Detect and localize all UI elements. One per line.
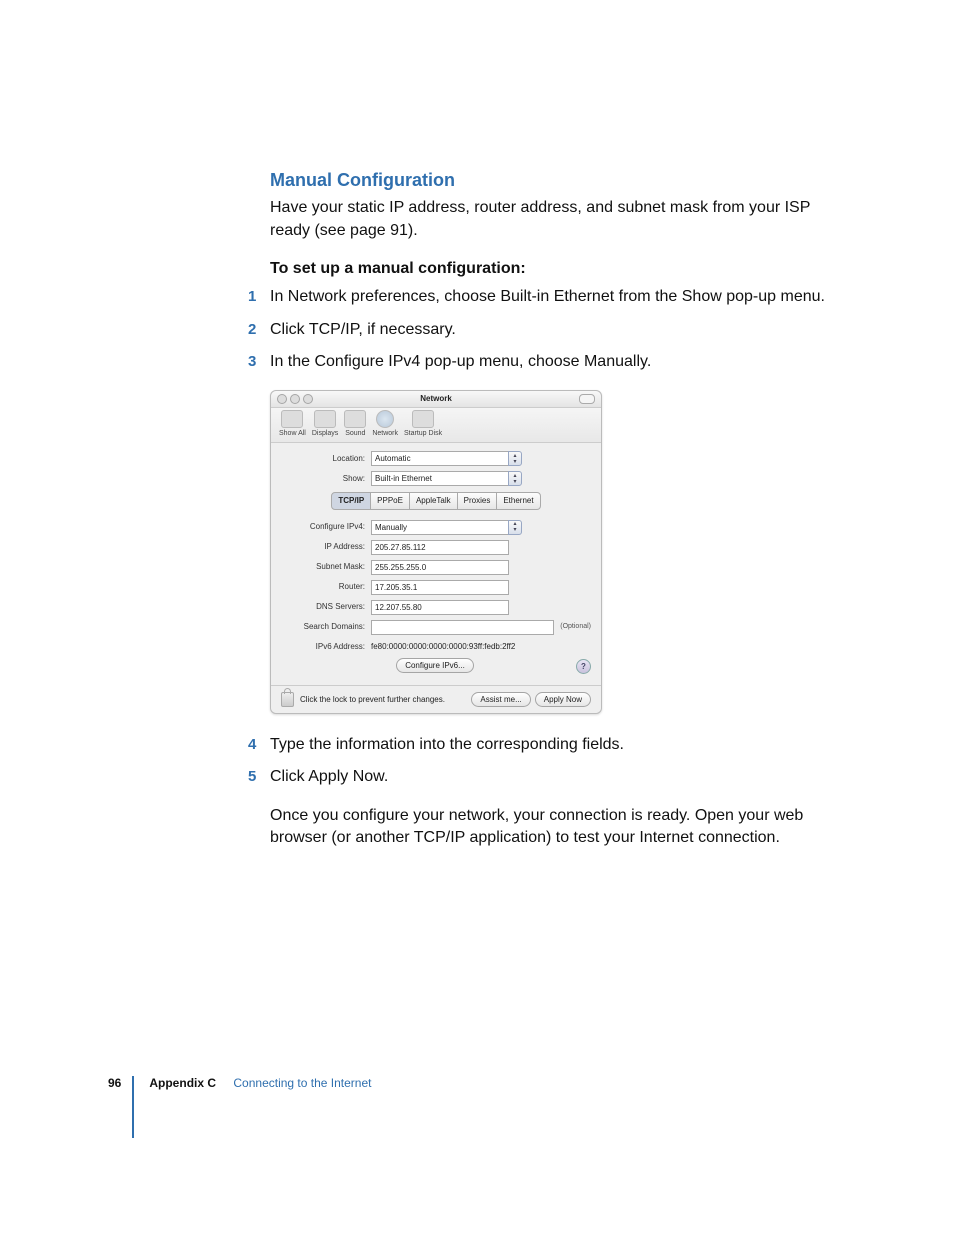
configure-ipv4-label: Configure IPv4: xyxy=(281,521,371,532)
router-field[interactable]: 17.205.35.1 xyxy=(371,580,509,595)
tab-pppoe[interactable]: PPPoE xyxy=(370,492,410,509)
step-item: Click TCP/IP, if necessary. xyxy=(270,319,830,341)
section-heading: Manual Configuration xyxy=(270,168,830,193)
tab-bar: TCP/IP PPPoE AppleTalk Proxies Ethernet xyxy=(281,492,591,509)
network-prefs-window: Network Show All Displays Sound xyxy=(270,390,602,715)
toolbar-label: Network xyxy=(372,429,398,439)
help-icon[interactable]: ? xyxy=(576,659,591,674)
appendix-label: Appendix C xyxy=(149,1076,216,1090)
appendix-title: Connecting to the Internet xyxy=(233,1076,371,1090)
sub-heading: To set up a manual configuration: xyxy=(270,258,830,280)
show-label: Show: xyxy=(281,473,371,484)
location-popup[interactable]: Automatic xyxy=(371,451,509,466)
apply-now-button[interactable]: Apply Now xyxy=(535,692,591,707)
lock-icon[interactable] xyxy=(281,692,294,707)
sound-icon xyxy=(344,410,366,428)
lock-text: Click the lock to prevent further change… xyxy=(300,694,465,705)
show-popup[interactable]: Built-in Ethernet xyxy=(371,471,509,486)
toolbar-network[interactable]: Network xyxy=(370,410,400,439)
ipv6-address-value: fe80:0000:0000:0000:0000:93ff:fedb:2ff2 xyxy=(371,641,515,652)
dns-servers-field[interactable]: 12.207.55.80 xyxy=(371,600,509,615)
displays-icon xyxy=(314,410,336,428)
step-item: In the Configure IPv4 pop-up menu, choos… xyxy=(270,351,830,373)
steps-list-b: Type the information into the correspond… xyxy=(270,734,830,789)
search-domains-field[interactable] xyxy=(371,620,554,635)
tab-ethernet[interactable]: Ethernet xyxy=(496,492,540,509)
ip-address-label: IP Address: xyxy=(281,541,371,552)
ipv6-address-label: IPv6 Address: xyxy=(281,641,371,652)
intro-paragraph: Have your static IP address, router addr… xyxy=(270,197,830,242)
dns-servers-label: DNS Servers: xyxy=(281,601,371,612)
toolbar-label: Show All xyxy=(279,429,306,439)
search-domains-label: Search Domains: xyxy=(281,621,371,632)
show-all-icon xyxy=(281,410,303,428)
stepper-icon[interactable] xyxy=(508,471,522,486)
toolbar-label: Sound xyxy=(345,429,365,439)
toolbar-label: Startup Disk xyxy=(404,429,442,439)
tab-appletalk[interactable]: AppleTalk xyxy=(409,492,458,509)
steps-list-a: In Network preferences, choose Built-in … xyxy=(270,286,830,373)
subnet-mask-label: Subnet Mask: xyxy=(281,561,371,572)
window-title: Network xyxy=(420,394,452,403)
minimize-icon[interactable] xyxy=(290,394,300,404)
location-label: Location: xyxy=(281,453,371,464)
prefs-toolbar: Show All Displays Sound Network Startup … xyxy=(271,408,601,444)
page-number: 96 xyxy=(108,1076,121,1090)
assist-me-button[interactable]: Assist me... xyxy=(471,692,530,707)
stepper-icon[interactable] xyxy=(508,451,522,466)
toolbar-show-all[interactable]: Show All xyxy=(277,410,308,439)
margin-rule xyxy=(132,1076,134,1138)
subnet-mask-field[interactable]: 255.255.255.0 xyxy=(371,560,509,575)
outro-paragraph: Once you configure your network, your co… xyxy=(270,805,830,850)
configure-ipv6-button[interactable]: Configure IPv6... xyxy=(396,658,474,673)
window-titlebar: Network xyxy=(271,391,601,408)
zoom-icon[interactable] xyxy=(303,394,313,404)
close-icon[interactable] xyxy=(277,394,287,404)
step-item: In Network preferences, choose Built-in … xyxy=(270,286,830,308)
router-label: Router: xyxy=(281,581,371,592)
traffic-lights[interactable] xyxy=(277,394,313,404)
toolbar-sound[interactable]: Sound xyxy=(342,410,368,439)
ip-address-field[interactable]: 205.27.85.112 xyxy=(371,540,509,555)
stepper-icon[interactable] xyxy=(508,520,522,535)
network-icon xyxy=(376,410,394,428)
step-item: Click Apply Now. xyxy=(270,766,830,788)
configure-ipv4-popup[interactable]: Manually xyxy=(371,520,509,535)
toolbar-toggle-icon[interactable] xyxy=(579,394,595,404)
optional-label: (Optional) xyxy=(560,622,591,632)
toolbar-label: Displays xyxy=(312,429,338,439)
tab-tcpip[interactable]: TCP/IP xyxy=(331,492,371,509)
toolbar-displays[interactable]: Displays xyxy=(310,410,340,439)
toolbar-startup-disk[interactable]: Startup Disk xyxy=(402,410,444,439)
tab-proxies[interactable]: Proxies xyxy=(457,492,498,509)
page-footer: 96 Appendix C Connecting to the Internet xyxy=(108,1076,371,1090)
startup-disk-icon xyxy=(412,410,434,428)
step-item: Type the information into the correspond… xyxy=(270,734,830,756)
